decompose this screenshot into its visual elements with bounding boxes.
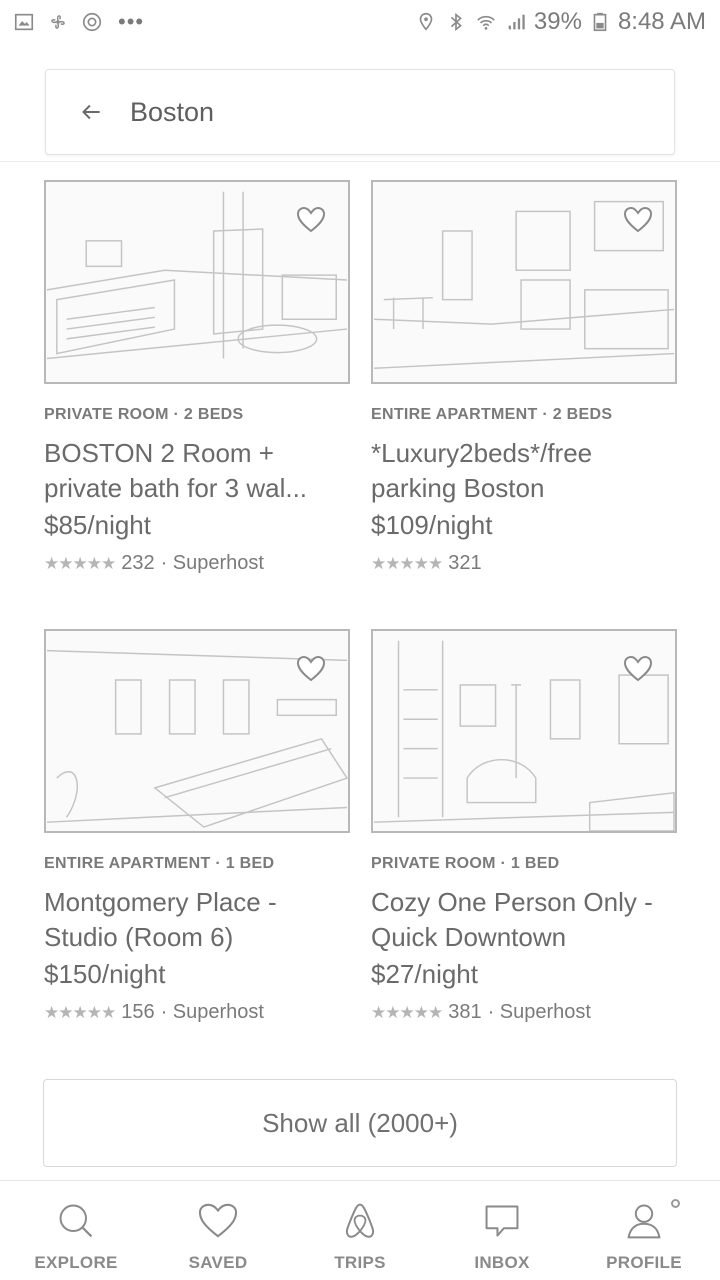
- listing-rating: ★★★★★ 321: [371, 552, 488, 575]
- nav-profile[interactable]: PROFILE: [584, 1181, 704, 1280]
- review-count: 321: [448, 552, 482, 574]
- show-all-button[interactable]: Show all (2000+): [43, 1079, 677, 1167]
- status-left-icons: •••: [12, 9, 144, 35]
- back-arrow-icon[interactable]: [76, 97, 106, 127]
- heart-save-icon[interactable]: [296, 206, 326, 234]
- nav-inbox[interactable]: INBOX: [442, 1181, 562, 1280]
- airbnb-logo-icon: [338, 1199, 382, 1243]
- nav-trips[interactable]: TRIPS: [300, 1181, 420, 1280]
- listing-type: ENTIRE APARTMENT · 1 BED: [44, 855, 275, 872]
- search-icon: [54, 1199, 98, 1243]
- listing-photo[interactable]: [371, 180, 677, 384]
- listing-type: PRIVATE ROOM · 2 BEDS: [44, 406, 244, 423]
- search-header: Boston: [0, 44, 720, 162]
- listing-photo[interactable]: [371, 629, 677, 833]
- review-count: 232: [121, 552, 155, 574]
- heart-save-icon[interactable]: [296, 655, 326, 683]
- heart-icon: [196, 1199, 240, 1243]
- superhost-badge: · Superhost: [160, 1001, 264, 1023]
- notification-dot: [671, 1199, 680, 1208]
- search-query[interactable]: Boston: [130, 97, 214, 128]
- review-count: 381: [448, 1001, 482, 1023]
- review-count: 156: [121, 1001, 155, 1023]
- listing-title-line: BOSTON 2 Room +: [44, 438, 274, 468]
- superhost-badge: · Superhost: [160, 552, 264, 574]
- listing-title[interactable]: Montgomery Place - Studio (Room 6): [44, 885, 350, 955]
- battery-icon: [588, 10, 612, 34]
- star-rating-icon: ★★★★★: [371, 553, 443, 573]
- nav-label: INBOX: [474, 1253, 530, 1272]
- listing-title[interactable]: BOSTON 2 Room + private bath for 3 wal..…: [44, 436, 350, 506]
- listing-title-line: Montgomery Place -: [44, 887, 277, 917]
- wifi-icon: [474, 10, 498, 34]
- pinwheel-icon: [46, 10, 70, 34]
- nav-label: SAVED: [188, 1253, 248, 1272]
- nav-label: PROFILE: [606, 1253, 682, 1272]
- listing-type: PRIVATE ROOM · 1 BED: [371, 855, 560, 872]
- listing-title-line: parking Boston: [371, 473, 545, 503]
- listing-price: $109/night: [371, 510, 493, 540]
- sync-icon: [80, 10, 104, 34]
- listing-photo[interactable]: [44, 180, 350, 384]
- nav-label: EXPLORE: [34, 1253, 118, 1272]
- bottom-nav: EXPLORE SAVED TRIPS INBOX PROFILE: [0, 1180, 720, 1280]
- listing-price: $150/night: [44, 959, 166, 989]
- search-box[interactable]: Boston: [45, 69, 675, 155]
- heart-save-icon[interactable]: [623, 206, 653, 234]
- listing-rating: ★★★★★ 381 · Superhost: [371, 1001, 591, 1024]
- star-rating-icon: ★★★★★: [44, 553, 116, 573]
- more-dots-icon: •••: [118, 9, 145, 34]
- battery-percent: 39%: [533, 8, 582, 35]
- status-right: 39% 8:48 AM: [414, 8, 706, 36]
- heart-save-icon[interactable]: [623, 655, 653, 683]
- listing-type: ENTIRE APARTMENT · 2 BEDS: [371, 406, 613, 423]
- star-rating-icon: ★★★★★: [44, 1002, 116, 1022]
- listing-title-line: Studio (Room 6): [44, 922, 234, 952]
- listing-title[interactable]: Cozy One Person Only - Quick Downtown: [371, 885, 677, 955]
- listing-photo[interactable]: [44, 629, 350, 833]
- signal-icon: [504, 10, 528, 34]
- listing-title-line: Cozy One Person Only -: [371, 887, 653, 917]
- nav-saved[interactable]: SAVED: [158, 1181, 278, 1280]
- listing-price: $27/night: [371, 959, 478, 989]
- superhost-badge: · Superhost: [487, 1001, 591, 1023]
- listing-title-line: private bath for 3 wal...: [44, 473, 308, 503]
- listing-title-line: Quick Downtown: [371, 922, 567, 952]
- status-bar: ••• 39% 8:48 AM: [0, 0, 720, 44]
- listing-price: $85/night: [44, 510, 151, 540]
- listing-rating: ★★★★★ 232 · Superhost: [44, 552, 264, 575]
- nav-label: TRIPS: [334, 1253, 386, 1272]
- listing-title-line: *Luxury2beds*/free: [371, 438, 593, 468]
- bluetooth-icon: [444, 10, 468, 34]
- profile-icon: [622, 1199, 666, 1243]
- star-rating-icon: ★★★★★: [371, 1002, 443, 1022]
- listing-rating: ★★★★★ 156 · Superhost: [44, 1001, 264, 1024]
- nav-explore[interactable]: EXPLORE: [16, 1181, 136, 1280]
- listing-title[interactable]: *Luxury2beds*/free parking Boston: [371, 436, 677, 506]
- chat-bubble-icon: [480, 1199, 524, 1243]
- gallery-icon: [12, 10, 36, 34]
- location-icon: [414, 10, 438, 34]
- clock: 8:48 AM: [617, 8, 706, 35]
